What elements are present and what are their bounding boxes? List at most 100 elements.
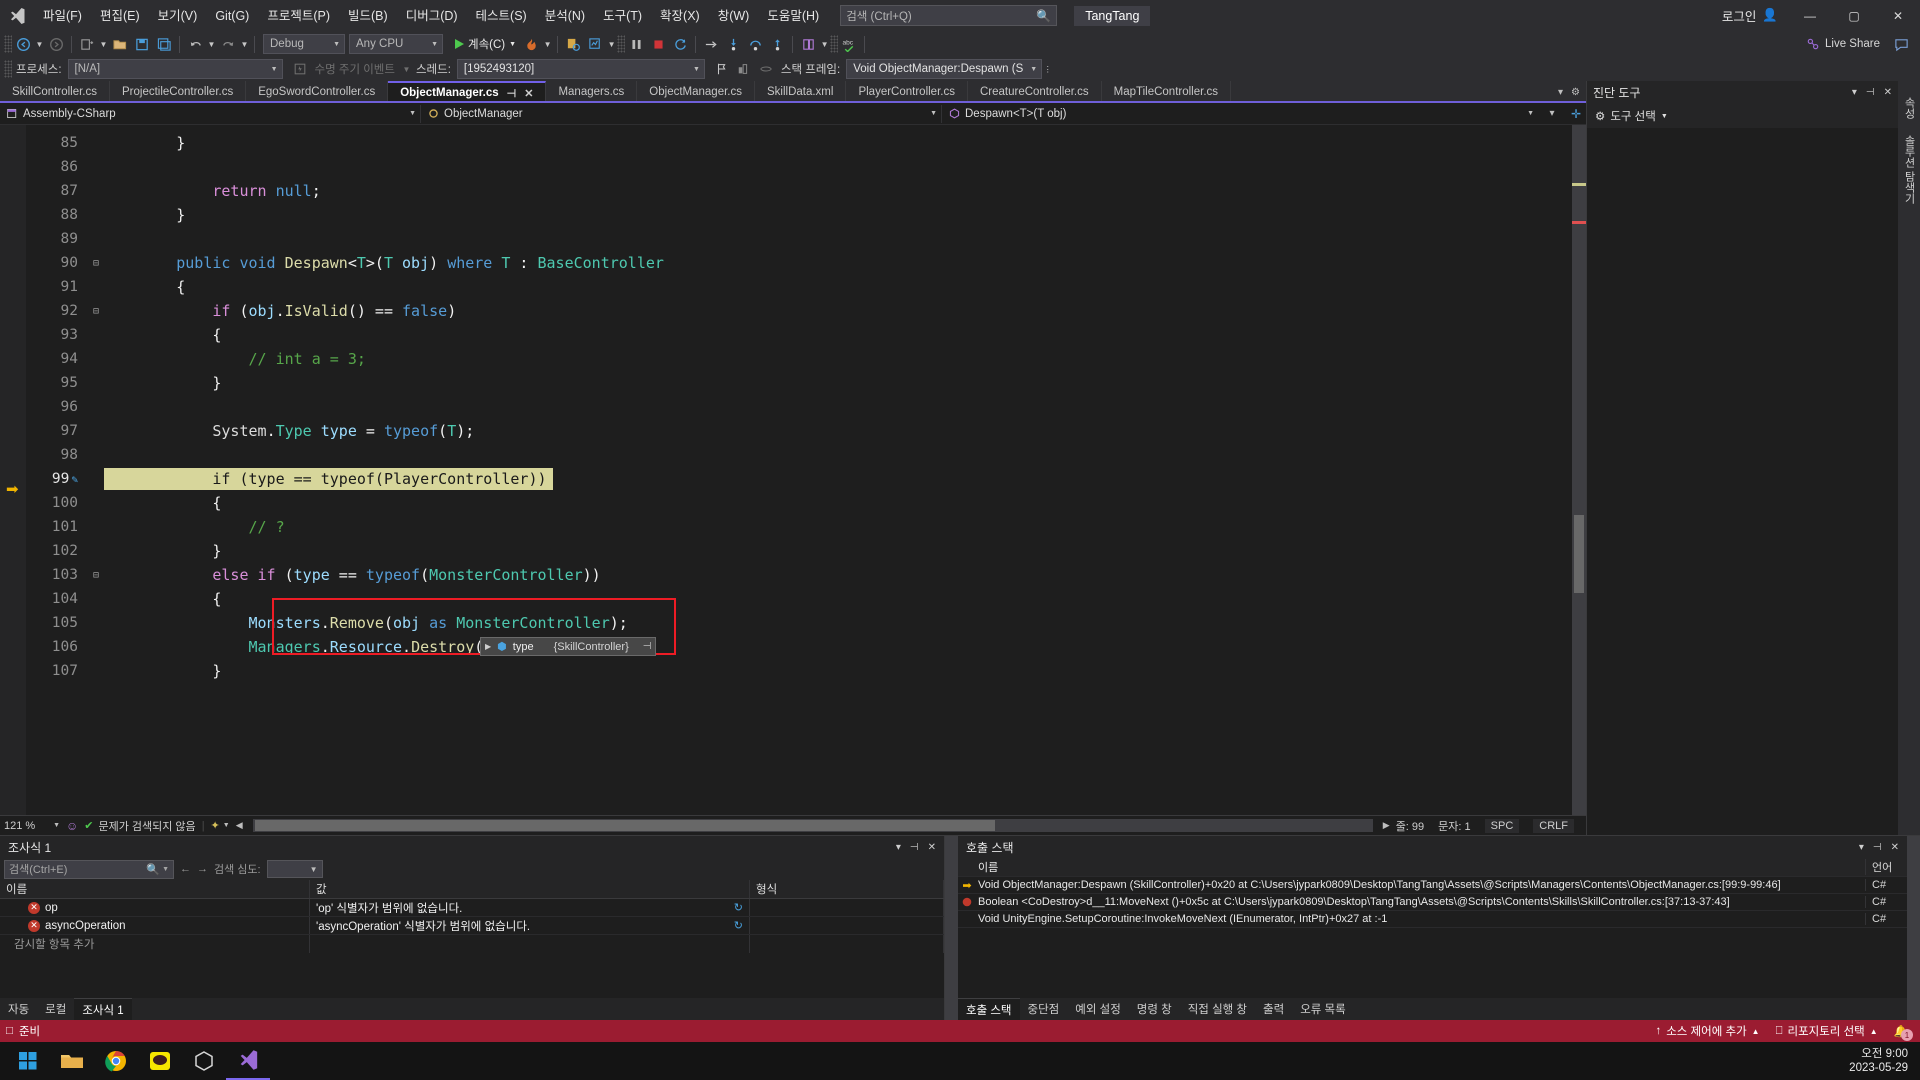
continue-button[interactable]: 계속(C) ▼	[451, 33, 520, 55]
tab-objectmanager-cs-active[interactable]: ObjectManager.cs ⊣ ✕	[388, 81, 547, 103]
debugger-data-tip[interactable]: ▶ ⬢ type {SkillController} ⊣	[480, 637, 657, 656]
code-line[interactable]: 103 ⊟ else if (type == typeof(MonsterCont…	[26, 563, 1572, 587]
pin-to-source-icon[interactable]: ⊣	[643, 641, 652, 652]
tab-autos[interactable]: 자동	[0, 998, 37, 1020]
notifications-button[interactable]: 🔔 1	[1894, 1024, 1913, 1041]
call-stack-row[interactable]: Boolean <CoDestroy>d__11:MoveNext ()+0x5…	[958, 894, 1907, 911]
navbar-type-select[interactable]: ObjectManager ▼	[421, 103, 941, 125]
editor-text-area[interactable]: 85 } 86 87 return null; 88 } 89 90 ⊟ public vo…	[26, 125, 1572, 815]
new-project-icon[interactable]	[76, 33, 98, 55]
expand-icon[interactable]: ▶	[485, 642, 491, 651]
refresh-icon[interactable]: ↻	[734, 919, 743, 932]
editor-vertical-scrollbar[interactable]	[1572, 125, 1586, 815]
line-ending-label[interactable]: CRLF	[1533, 818, 1574, 833]
stop-debugging-icon[interactable]	[647, 33, 669, 55]
navbar-split-view-icon[interactable]: ✛	[1566, 107, 1586, 121]
show-next-statement-icon[interactable]	[700, 33, 722, 55]
diagnostic-tools-body[interactable]	[1587, 128, 1898, 835]
code-line[interactable]: 107 }	[26, 659, 1572, 683]
toolbar-grip[interactable]	[4, 35, 12, 53]
editor-zoom-select[interactable]: 121 % ▼	[4, 820, 60, 832]
code-line[interactable]: 101 // ?	[26, 515, 1572, 539]
code-line[interactable]: 89	[26, 227, 1572, 251]
code-line[interactable]: 87 return null;	[26, 179, 1572, 203]
code-line[interactable]: 94 // int a = 3;	[26, 347, 1572, 371]
code-line[interactable]: 95 }	[26, 371, 1572, 395]
kakaotalk-icon[interactable]	[138, 1042, 182, 1080]
new-project-dropdown-icon[interactable]: ▼	[98, 40, 109, 49]
refresh-icon[interactable]: ↻	[734, 901, 743, 914]
panel-dropdown-icon[interactable]: ▾	[896, 842, 901, 853]
code-line[interactable]: 91 {	[26, 275, 1572, 299]
step-into-icon[interactable]	[722, 33, 744, 55]
menu-item-view[interactable]: 보기(V)	[149, 4, 207, 28]
call-stack-vertical-scrollbar[interactable]	[1907, 836, 1920, 1020]
tab-projectilecontroller-cs[interactable]: ProjectileController.cs	[110, 81, 247, 103]
code-line[interactable]: 92 ⊟ if (obj.IsValid() == false)	[26, 299, 1572, 323]
chrome-icon[interactable]	[94, 1042, 138, 1080]
tab-skillcontroller-cs[interactable]: SkillController.cs	[0, 81, 110, 103]
undo-icon[interactable]	[184, 33, 206, 55]
process-select[interactable]: [N/A] ▼	[67, 59, 283, 79]
step-profile-dropdown-icon[interactable]: ▼	[606, 40, 617, 49]
watch-vertical-scrollbar[interactable]	[945, 836, 958, 1020]
redo-icon[interactable]	[217, 33, 239, 55]
editor-tools-dropdown[interactable]: ✦ ▼	[211, 819, 230, 832]
start-button-icon[interactable]	[6, 1042, 50, 1080]
code-line[interactable]: 90 ⊟ public void Despawn<T>(T obj) where …	[26, 251, 1572, 275]
menu-item-test[interactable]: 테스트(S)	[467, 4, 536, 28]
step-over-icon[interactable]	[744, 33, 766, 55]
parallel-stacks-icon[interactable]	[755, 58, 777, 80]
toolbar-grip[interactable]	[617, 35, 626, 53]
scroll-left-icon[interactable]: ◀	[236, 820, 243, 831]
show-threads-icon[interactable]	[733, 58, 755, 80]
visual-studio-taskbar-icon[interactable]	[226, 1042, 270, 1080]
tab-settings-icon[interactable]: ⚙	[1571, 87, 1580, 98]
code-line[interactable]: 100 {	[26, 491, 1572, 515]
call-stack-grid[interactable]: 이름 언어 ➡ Void ObjectManager:Despawn (Skil…	[958, 858, 1907, 998]
search-previous-icon[interactable]: ←	[180, 863, 191, 875]
spellcheck-icon[interactable]: abc	[838, 33, 860, 55]
scroll-right-icon[interactable]: ▶	[1383, 820, 1390, 831]
tab-call-stack[interactable]: 호출 스택	[958, 998, 1020, 1020]
select-tools-dropdown[interactable]: ⚙ 도구 선택 ▼	[1587, 104, 1898, 128]
code-line[interactable]: 86	[26, 155, 1572, 179]
navigate-backward-dropdown-icon[interactable]: ▼	[34, 40, 45, 49]
step-out-icon[interactable]	[766, 33, 788, 55]
search-next-icon[interactable]: →	[197, 863, 208, 875]
solution-configuration-select[interactable]: Debug ▼	[263, 34, 345, 54]
menu-item-extensions[interactable]: 확장(X)	[651, 4, 709, 28]
collapse-outlining-icon[interactable]: ⊟	[88, 570, 104, 581]
code-editor[interactable]: ➡ 85 } 86 87 return null; 88 } 89 90 ⊟ public …	[0, 125, 1586, 815]
save-icon[interactable]	[131, 33, 153, 55]
vertical-tab-properties[interactable]: 속성	[1899, 89, 1919, 127]
menu-item-debug[interactable]: 디버그(D)	[397, 4, 467, 28]
attach-to-process-icon[interactable]	[562, 33, 584, 55]
taskbar-clock[interactable]: 오전 9:00 2023-05-29	[1849, 1047, 1920, 1075]
select-repository-button[interactable]: ⎕ 리포지토리 선택 ▲	[1776, 1023, 1878, 1039]
tab-egoswordcontroller-cs[interactable]: EgoSwordController.cs	[246, 81, 389, 103]
break-all-icon[interactable]	[625, 33, 647, 55]
watch-grid-empty-area[interactable]	[0, 953, 944, 998]
maximize-button[interactable]: ▢	[1832, 0, 1876, 31]
code-line[interactable]: 96	[26, 395, 1572, 419]
file-explorer-icon[interactable]	[50, 1042, 94, 1080]
toolbar-grip[interactable]	[4, 60, 12, 78]
code-line[interactable]: 98	[26, 443, 1572, 467]
tab-exception-settings[interactable]: 예외 설정	[1067, 998, 1129, 1020]
solution-platform-select[interactable]: Any CPU ▼	[349, 34, 443, 54]
menu-item-window[interactable]: 창(W)	[709, 4, 759, 28]
undo-dropdown-icon[interactable]: ▼	[206, 40, 217, 49]
unity-hub-icon[interactable]	[182, 1042, 226, 1080]
quick-search-input[interactable]: 검색 (Ctrl+Q) 🔍	[840, 5, 1058, 26]
hot-reload-dropdown-icon[interactable]: ▼	[542, 40, 553, 49]
close-button[interactable]: ✕	[1876, 0, 1920, 31]
navbar-split-icon[interactable]: ▾	[1538, 108, 1566, 119]
tab-breakpoints[interactable]: 중단점	[1020, 998, 1068, 1020]
call-stack-row[interactable]: ➡ Void ObjectManager:Despawn (SkillContr…	[958, 877, 1907, 894]
feedback-icon[interactable]	[1890, 33, 1912, 55]
step-profile-icon[interactable]	[584, 33, 606, 55]
code-line[interactable]: 105 Monsters.Remove(obj as MonsterContro…	[26, 611, 1572, 635]
menu-item-project[interactable]: 프로젝트(P)	[258, 4, 339, 28]
menu-item-analyze[interactable]: 분석(N)	[536, 4, 594, 28]
